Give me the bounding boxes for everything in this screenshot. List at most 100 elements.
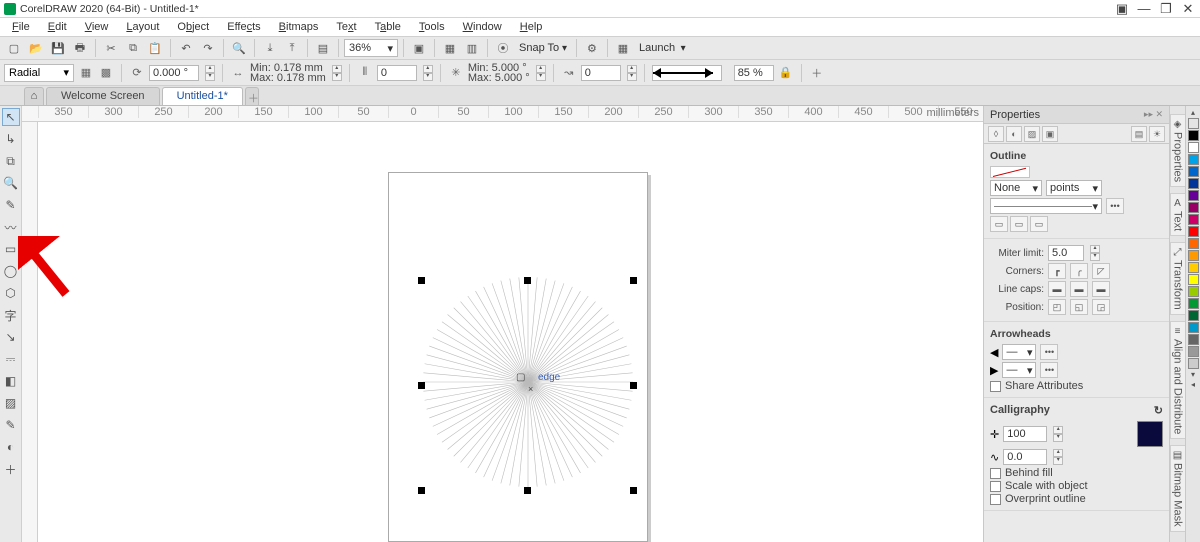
paste-icon[interactable]: 📋 [145, 38, 165, 58]
tab-fill-icon[interactable]: ◐ [1006, 126, 1022, 142]
swatch-0[interactable] [1188, 130, 1199, 141]
open-icon[interactable]: 📂 [26, 38, 46, 58]
zoom-level[interactable]: 36%▾ [344, 39, 398, 57]
swatch-10[interactable] [1188, 250, 1199, 261]
export-icon[interactable]: ⤒ [282, 38, 302, 58]
opacity-input[interactable]: 85 % [734, 65, 774, 81]
arrow-end-combo[interactable]: —▾ [1002, 362, 1036, 378]
swatch-8[interactable] [1188, 226, 1199, 237]
lock-icon[interactable]: 🔒 [778, 65, 794, 81]
find-icon[interactable]: 🔍 [229, 38, 249, 58]
arrowhead-preview[interactable] [652, 65, 722, 81]
menu-tools[interactable]: Tools [411, 20, 453, 34]
zoom-tool-icon[interactable]: 🔍 [2, 174, 20, 192]
swatch-18[interactable] [1188, 346, 1199, 357]
swatch-15[interactable] [1188, 310, 1199, 321]
polygon-tool-icon[interactable]: ⬡ [2, 284, 20, 302]
launch-app-icon[interactable]: ▦ [613, 38, 633, 58]
guides-icon[interactable]: ▥ [462, 38, 482, 58]
tab-effects-icon[interactable]: ☀ [1149, 126, 1165, 142]
menu-window[interactable]: Window [455, 20, 510, 34]
docker-menu-icon[interactable]: ▸▸ ✕ [1144, 109, 1163, 120]
swatch-7[interactable] [1188, 214, 1199, 225]
eyedropper-tool-icon[interactable]: ✎ [2, 416, 20, 434]
docker-align[interactable]: ≡Align and Distribute [1170, 321, 1186, 439]
maximize-button[interactable]: ❐ [1158, 3, 1174, 15]
docker-bitmap-mask[interactable]: ▤Bitmap Mask [1170, 445, 1186, 532]
pos-center-icon[interactable]: ◱ [1070, 299, 1088, 315]
handle-sw[interactable] [418, 487, 425, 494]
swatch-17[interactable] [1188, 334, 1199, 345]
corner-bevel-icon[interactable]: ◸ [1092, 263, 1110, 279]
menu-effects[interactable]: Effects [219, 20, 268, 34]
tab-more-icon[interactable]: ▤ [1131, 126, 1147, 142]
tab-welcome[interactable]: Welcome Screen [46, 87, 160, 105]
import-icon[interactable]: ⤓ [260, 38, 280, 58]
reset-calli-icon[interactable]: ↻ [1154, 404, 1163, 417]
corner-round-icon[interactable]: ╭ [1070, 263, 1088, 279]
add-tool-icon[interactable]: ＋ [2, 460, 20, 478]
share-attributes-checkbox[interactable]: Share Attributes [990, 380, 1163, 392]
drawing-canvas[interactable]: ▢ × edge [38, 122, 983, 542]
palette-down-icon[interactable]: ▾ [1188, 370, 1199, 380]
text-tool-icon[interactable]: 字 [2, 306, 20, 324]
print-icon[interactable]: 🖶 [70, 38, 90, 58]
swatch-13[interactable] [1188, 286, 1199, 297]
shape-tool-icon[interactable]: ↳ [2, 130, 20, 148]
connector-tool-icon[interactable]: ⎓ [2, 350, 20, 368]
width-icon[interactable]: ↔ [230, 65, 246, 81]
ribbon-toggle-icon[interactable]: ▣ [1114, 3, 1130, 15]
tab-add[interactable]: ＋ [245, 87, 259, 105]
cap-round-icon[interactable]: ▬ [1070, 281, 1088, 297]
spray-type-combo[interactable]: Radial▾ [4, 64, 74, 82]
undo-icon[interactable]: ↶ [176, 38, 196, 58]
cut-icon[interactable]: ✂ [101, 38, 121, 58]
miter-input[interactable]: 5.0 [1048, 245, 1084, 261]
spacing-icon[interactable]: ⫴ [357, 65, 373, 81]
outline-settings-icon[interactable]: ••• [1106, 198, 1124, 214]
artistic-media-tool-icon[interactable]: 〰 [2, 218, 20, 236]
menu-file[interactable]: File [4, 20, 38, 34]
handle-ne[interactable] [630, 277, 637, 284]
smooth-input[interactable]: 0 [581, 65, 621, 81]
outline-style-combo[interactable]: ▾ [990, 198, 1102, 214]
docker-text[interactable]: AText [1170, 193, 1186, 236]
swatch-1[interactable] [1188, 142, 1199, 153]
swatch-12[interactable] [1188, 274, 1199, 285]
spread-icon[interactable]: ✳ [448, 65, 464, 81]
close-button[interactable]: ✕ [1180, 3, 1196, 15]
swatch-4[interactable] [1188, 178, 1199, 189]
redo-icon[interactable]: ↷ [198, 38, 218, 58]
options-icon[interactable]: ⚙ [582, 38, 602, 58]
minimize-button[interactable]: — [1136, 3, 1152, 15]
menu-help[interactable]: Help [512, 20, 551, 34]
outline-width-combo[interactable]: None▾ [990, 180, 1042, 196]
rotate-icon[interactable]: ⟳ [129, 65, 145, 81]
spread-spinner[interactable]: ▴▾ [536, 65, 546, 81]
dash1-icon[interactable]: ▭ [990, 216, 1008, 232]
dropshadow-tool-icon[interactable]: ◧ [2, 372, 20, 390]
handle-nw[interactable] [418, 277, 425, 284]
spacing-spinner[interactable]: ▴▾ [423, 65, 433, 81]
fill-tool-icon[interactable]: ◐ [2, 438, 20, 456]
stretch-spinner[interactable]: ▴▾ [1053, 426, 1063, 442]
menu-text[interactable]: Text [328, 20, 364, 34]
behind-fill-checkbox[interactable]: Behind fill [990, 467, 1163, 479]
handle-se[interactable] [630, 487, 637, 494]
freehand-tool-icon[interactable]: ✎ [2, 196, 20, 214]
arrow-start-settings-icon[interactable]: ••• [1040, 344, 1058, 360]
handle-e[interactable] [630, 382, 637, 389]
tab-home[interactable]: ⌂ [24, 87, 44, 105]
angle-input[interactable]: 0.000 ° [149, 65, 199, 81]
copy-icon[interactable]: ⧉ [123, 38, 143, 58]
rectangle-tool-icon[interactable]: ▭ [2, 240, 20, 258]
menu-layout[interactable]: Layout [118, 20, 167, 34]
parallel-dim-tool-icon[interactable]: ↘ [2, 328, 20, 346]
docker-transform[interactable]: ⤢Transform [1170, 242, 1186, 315]
cap-butt-icon[interactable]: ▬ [1048, 281, 1066, 297]
reverse-fill-icon[interactable]: ▩ [98, 65, 114, 81]
overprint-outline-checkbox[interactable]: Overprint outline [990, 493, 1163, 505]
handle-n[interactable] [524, 277, 531, 284]
new-icon[interactable]: ▢ [4, 38, 24, 58]
nib-angle-spinner[interactable]: ▴▾ [1053, 449, 1063, 465]
